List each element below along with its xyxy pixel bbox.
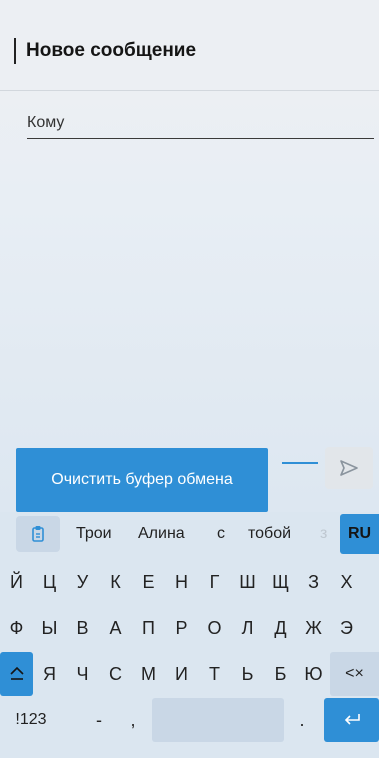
key-1-5[interactable]: Е xyxy=(132,560,165,604)
recipient-field[interactable]: Кому xyxy=(27,110,374,139)
tooltip-connector xyxy=(282,462,318,464)
key-2-4[interactable]: А xyxy=(99,606,132,650)
key-1-2[interactable]: Ц xyxy=(33,560,66,604)
key-2-6[interactable]: Р xyxy=(165,606,198,650)
dash-key[interactable]: - xyxy=(84,698,114,742)
key-row-3: Я Ч С М И Т Ь Б Ю <× xyxy=(0,652,379,696)
suggestion-5[interactable]: з xyxy=(320,525,327,543)
key-2-8[interactable]: Л xyxy=(231,606,264,650)
space-key[interactable] xyxy=(152,698,284,742)
key-row-2: Ф Ы В А П Р О Л Д Ж Э xyxy=(0,606,379,650)
app-header: Новое сообщение xyxy=(0,0,379,91)
clipboard-icon xyxy=(32,526,44,542)
key-1-3[interactable]: У xyxy=(66,560,99,604)
suggestion-1[interactable]: Трои xyxy=(76,525,112,543)
suggestion-4[interactable]: тобой xyxy=(248,525,291,543)
key-3-8[interactable]: Б xyxy=(264,652,297,696)
key-2-7[interactable]: О xyxy=(198,606,231,650)
key-1-1[interactable]: Й xyxy=(0,560,33,604)
key-3-1[interactable]: Я xyxy=(33,652,66,696)
key-3-2[interactable]: Ч xyxy=(66,652,99,696)
key-2-11[interactable]: Э xyxy=(330,606,363,650)
key-3-7[interactable]: Ь xyxy=(231,652,264,696)
key-1-10[interactable]: З xyxy=(297,560,330,604)
key-3-3[interactable]: С xyxy=(99,652,132,696)
shift-key[interactable] xyxy=(0,652,33,696)
key-row-1: Й Ц У К Е Н Г Ш Щ З Х xyxy=(0,560,379,604)
key-1-7[interactable]: Г xyxy=(198,560,231,604)
key-3-5[interactable]: И xyxy=(165,652,198,696)
key-1-6[interactable]: Н xyxy=(165,560,198,604)
language-key[interactable]: RU xyxy=(340,514,379,554)
backspace-key[interactable]: <× xyxy=(330,652,379,696)
key-3-9[interactable]: Ю xyxy=(297,652,330,696)
suggestion-bar: Трои Алина с тобой з RU xyxy=(0,512,379,556)
key-3-4[interactable]: М xyxy=(132,652,165,696)
key-2-1[interactable]: Ф xyxy=(0,606,33,650)
period-key[interactable]: . xyxy=(287,698,317,742)
enter-key[interactable] xyxy=(324,698,379,742)
on-screen-keyboard: Трои Алина с тобой з RU Й Ц У К Е Н Г Ш … xyxy=(0,512,379,758)
key-2-5[interactable]: П xyxy=(132,606,165,650)
shift-icon xyxy=(9,666,24,680)
back-indicator[interactable] xyxy=(14,38,16,64)
send-button[interactable] xyxy=(325,447,373,489)
key-1-9[interactable]: Щ xyxy=(264,560,297,604)
key-2-2[interactable]: Ы xyxy=(33,606,66,650)
symbols-key[interactable]: !123 xyxy=(0,698,62,742)
key-2-10[interactable]: Ж xyxy=(297,606,330,650)
enter-icon xyxy=(344,714,360,725)
suggestion-3[interactable]: с xyxy=(217,525,225,543)
key-2-9[interactable]: Д xyxy=(264,606,297,650)
suggestion-2[interactable]: Алина xyxy=(138,525,185,543)
key-row-4: !123 - , . xyxy=(0,698,379,742)
page-title: Новое сообщение xyxy=(26,40,197,61)
key-1-4[interactable]: К xyxy=(99,560,132,604)
send-icon xyxy=(340,460,358,476)
clipboard-button[interactable] xyxy=(16,516,60,552)
key-1-11[interactable]: Х xyxy=(330,560,363,604)
comma-key[interactable]: , xyxy=(118,698,148,742)
clear-clipboard-button[interactable]: Очистить буфер обмена xyxy=(16,448,268,512)
key-2-3[interactable]: В xyxy=(66,606,99,650)
key-3-6[interactable]: Т xyxy=(198,652,231,696)
key-1-8[interactable]: Ш xyxy=(231,560,264,604)
recipient-label: Кому xyxy=(27,114,65,131)
